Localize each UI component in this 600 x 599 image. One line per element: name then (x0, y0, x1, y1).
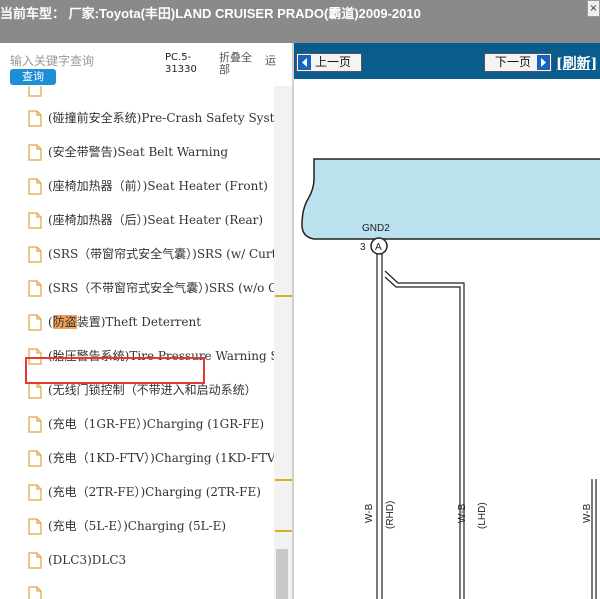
tree-list: (碰撞前安全系统)Pre-Crash Safety System (安全带警告)… (0, 86, 274, 599)
tree-item[interactable]: (充电（5L-E）)Charging (5L-E) (28, 510, 274, 544)
search-input[interactable] (4, 52, 152, 70)
query-button[interactable]: 查询 (10, 69, 56, 85)
prev-page-button[interactable]: 上一页 (296, 53, 362, 72)
viewer-toolbar: 上一页 下一页 [刷新] (294, 43, 600, 79)
document-icon (28, 110, 42, 127)
tree-item-label: (充电（2TR-FE）)Charging (2TR-FE) (48, 485, 261, 499)
document-icon (28, 246, 42, 263)
tree-item-label: (碰撞前安全系统)Pre-Crash Safety System (48, 111, 274, 125)
document-icon (28, 382, 42, 399)
refresh-link[interactable]: [刷新] (556, 53, 597, 73)
document-icon (28, 416, 42, 433)
wire-note: (RHD) (385, 501, 396, 529)
wire-color-code: W-B (457, 503, 468, 523)
tree-item-label: (充电（1GR-FE）)Charging (1GR-FE) (48, 417, 265, 431)
search-bar: 查询 PC.5-31330 折叠全部 运 (0, 43, 292, 86)
tree-item-label: (防盗装置)Theft Deterrent (48, 313, 201, 331)
tree-item[interactable]: (DLC3)DLC3 (28, 544, 274, 578)
tree-item[interactable]: (座椅加热器（后）)Seat Heater (Rear) (28, 204, 274, 238)
tree-item-label: (SRS（带窗帘式安全气囊）)SRS (w/ Curtain Shield Ai… (48, 247, 274, 261)
window-title: 当前车型： 厂家:Toyota(丰田)LAND CRUISER PRADO(霸道… (0, 6, 421, 21)
wire-rhd (376, 254, 383, 599)
search-hit-marker (275, 295, 292, 297)
tree-item-label: (充电（1KD-FTV）)Charging (1KD-FTV) (48, 451, 274, 465)
arrow-right-icon (537, 55, 550, 70)
tree-item-label: (座椅加热器（前）)Seat Heater (Front) (48, 179, 268, 193)
next-page-label: 下一页 (495, 55, 532, 69)
left-panel: 查询 PC.5-31330 折叠全部 运 (碰撞前安全系统)Pre-Crash … (0, 43, 292, 599)
document-icon (28, 450, 42, 467)
label-suffix: 装置)Theft Deterrent (76, 315, 202, 329)
wire-note: (LHD) (477, 502, 488, 529)
tree-item-partial[interactable] (28, 578, 274, 599)
document-icon (28, 86, 42, 97)
connector-letter: A (375, 242, 382, 253)
tree-item[interactable]: (充电（1GR-FE）)Charging (1GR-FE) (28, 408, 274, 442)
wire-lhd (384, 270, 465, 599)
tree-item[interactable]: (座椅加热器（前）)Seat Heater (Front) (28, 170, 274, 204)
document-icon (28, 144, 42, 161)
tree-item-label: (DLC3)DLC3 (48, 553, 127, 567)
tree-item[interactable]: (SRS（带窗帘式安全气囊）)SRS (w/ Curtain Shield Ai… (28, 238, 274, 272)
wire-color-code: W-B (582, 503, 593, 523)
document-icon (28, 212, 42, 229)
tree-item-label: (安全带警告)Seat Belt Warning (48, 145, 229, 159)
extra-link[interactable]: 运 (265, 52, 276, 68)
search-highlight: 防盗 (52, 315, 77, 329)
document-icon (28, 314, 42, 331)
close-window-button[interactable]: × (587, 0, 600, 17)
wire-right (591, 479, 597, 599)
scrollbar-thumb[interactable] (276, 549, 288, 599)
wiring-diagram: GND2 A 3 W-B (RHD) W-B (LHD) W-B (301, 158, 600, 599)
document-icon (28, 178, 42, 195)
wire-color-code: W-B (364, 503, 375, 523)
tree-item[interactable]: (充电（1KD-FTV）)Charging (1KD-FTV) (28, 442, 274, 476)
document-icon (28, 518, 42, 535)
next-page-button[interactable]: 下一页 (484, 53, 552, 72)
document-icon (28, 280, 42, 297)
document-icon (28, 484, 42, 501)
pin-number: 3 (360, 242, 366, 253)
prev-page-label: 上一页 (315, 55, 352, 69)
tree-item-label: (SRS（不带窗帘式安全气囊）)SRS (w/o Curtain Shield … (48, 281, 274, 295)
fold-all-link[interactable]: 折叠全部 (219, 52, 259, 76)
tree-item[interactable]: (安全带警告)Seat Belt Warning (28, 136, 274, 170)
document-icon (28, 586, 42, 599)
title-bar: 当前车型： 厂家:Toyota(丰田)LAND CRUISER PRADO(霸道… (0, 0, 600, 43)
tree-item-label: (座椅加热器（后）)Seat Heater (Rear) (48, 213, 264, 227)
tree-item-label: (充电（5L-E）)Charging (5L-E) (48, 519, 227, 533)
tree-item[interactable]: (SRS（不带窗帘式安全气囊）)SRS (w/o Curtain Shield … (28, 272, 274, 306)
ground-label: GND2 (362, 223, 390, 234)
tree-item[interactable]: (充电（2TR-FE）)Charging (2TR-FE) (28, 476, 274, 510)
pc-code: PC.5-31330 (165, 52, 197, 75)
tree-item[interactable]: (碰撞前安全系统)Pre-Crash Safety System (28, 102, 274, 136)
tree-scrollbar[interactable] (274, 86, 292, 599)
arrow-left-icon (298, 55, 311, 70)
ground-component-block (301, 158, 600, 240)
document-icon (28, 552, 42, 569)
viewer-panel: 上一页 下一页 [刷新] GND2 A 3 W-B (RHD) W-B (LHD… (294, 43, 600, 599)
selection-outline (25, 357, 205, 384)
search-hit-marker (275, 479, 292, 481)
search-hit-marker (275, 530, 292, 532)
label-prefix: ( (48, 315, 53, 329)
tree-item-selected[interactable]: (防盗装置)Theft Deterrent (28, 306, 274, 340)
